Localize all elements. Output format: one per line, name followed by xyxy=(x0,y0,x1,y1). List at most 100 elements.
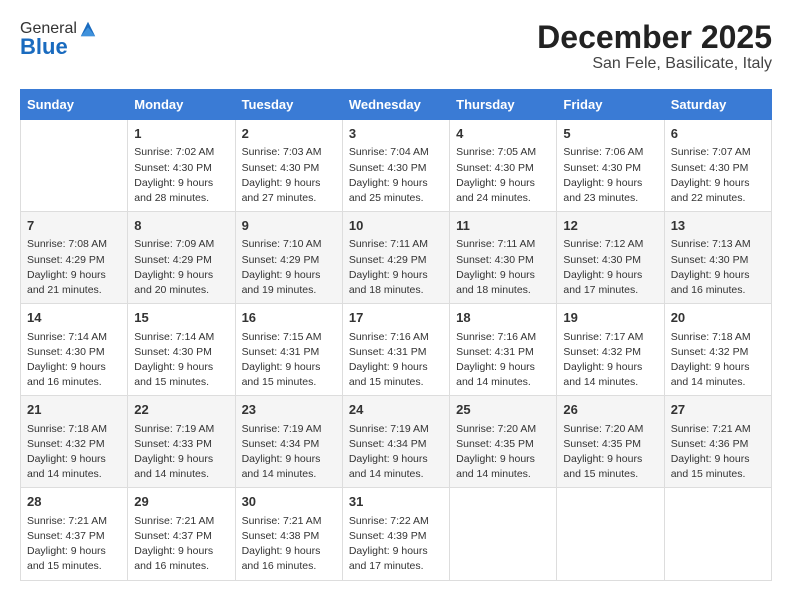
calendar-cell: 11Sunrise: 7:11 AM Sunset: 4:30 PM Dayli… xyxy=(450,212,557,304)
calendar-cell: 17 Sunrise: 7:16 AM Sunset: 4:31 PM Dayli… xyxy=(342,304,449,396)
day-info: Sunrise: 7:15 AM Sunset: 4:31 PM Dayligh… xyxy=(242,330,336,391)
day-info: Sunrise: 7:06 AM Sunset: 4:30 PM Dayligh… xyxy=(563,145,657,206)
title-block: December 2025 San Fele, Basilicate, Ital… xyxy=(537,20,772,73)
calendar-cell xyxy=(21,120,128,212)
calendar-cell: 10 Sunrise: 7:11 AM Sunset: 4:29 PM Dayli… xyxy=(342,212,449,304)
day-info: Sunrise: 7:08 AM Sunset: 4:29 PM Dayligh… xyxy=(27,237,121,298)
calendar-title: December 2025 xyxy=(537,20,772,55)
day-number: 11 xyxy=(456,217,550,235)
calendar-cell: 4Sunrise: 7:05 AM Sunset: 4:30 PM Daylig… xyxy=(450,120,557,212)
day-number: 27 xyxy=(671,401,765,419)
calendar-cell: 5 Sunrise: 7:06 AM Sunset: 4:30 PM Daylig… xyxy=(557,120,664,212)
day-number: 25 xyxy=(456,401,550,419)
column-header-sunday: Sunday xyxy=(21,90,128,120)
calendar-cell: 14 Sunrise: 7:14 AM Sunset: 4:30 PM Dayli… xyxy=(21,304,128,396)
day-number: 5 xyxy=(563,125,657,143)
calendar-cell: 23 Sunrise: 7:19 AM Sunset: 4:34 PM Dayli… xyxy=(235,396,342,488)
calendar-cell: 29Sunrise: 7:21 AM Sunset: 4:37 PM Dayli… xyxy=(128,488,235,580)
calendar-cell: 21 Sunrise: 7:18 AM Sunset: 4:32 PM Dayli… xyxy=(21,396,128,488)
calendar-cell: 2 Sunrise: 7:03 AM Sunset: 4:30 PM Daylig… xyxy=(235,120,342,212)
calendar-cell: 6 Sunrise: 7:07 AM Sunset: 4:30 PM Daylig… xyxy=(664,120,771,212)
day-info: Sunrise: 7:21 AM Sunset: 4:37 PM Dayligh… xyxy=(27,514,121,575)
day-info: Sunrise: 7:21 AM Sunset: 4:36 PM Dayligh… xyxy=(671,422,765,483)
calendar-cell: 22Sunrise: 7:19 AM Sunset: 4:33 PM Dayli… xyxy=(128,396,235,488)
calendar-cell: 18Sunrise: 7:16 AM Sunset: 4:31 PM Dayli… xyxy=(450,304,557,396)
day-number: 8 xyxy=(134,217,228,235)
day-number: 1 xyxy=(134,125,228,143)
day-number: 7 xyxy=(27,217,121,235)
day-number: 23 xyxy=(242,401,336,419)
day-info: Sunrise: 7:17 AM Sunset: 4:32 PM Dayligh… xyxy=(563,330,657,391)
calendar-cell: 12 Sunrise: 7:12 AM Sunset: 4:30 PM Dayli… xyxy=(557,212,664,304)
day-number: 2 xyxy=(242,125,336,143)
day-info: Sunrise: 7:19 AM Sunset: 4:34 PM Dayligh… xyxy=(242,422,336,483)
column-header-tuesday: Tuesday xyxy=(235,90,342,120)
calendar-cell: 8 Sunrise: 7:09 AM Sunset: 4:29 PM Daylig… xyxy=(128,212,235,304)
calendar-cell: 25 Sunrise: 7:20 AM Sunset: 4:35 PM Dayli… xyxy=(450,396,557,488)
day-info: Sunrise: 7:03 AM Sunset: 4:30 PM Dayligh… xyxy=(242,145,336,206)
day-number: 30 xyxy=(242,493,336,511)
calendar-cell: 16 Sunrise: 7:15 AM Sunset: 4:31 PM Dayli… xyxy=(235,304,342,396)
day-info: Sunrise: 7:16 AM Sunset: 4:31 PM Dayligh… xyxy=(349,330,443,391)
calendar-cell: 1 Sunrise: 7:02 AM Sunset: 4:30 PM Daylig… xyxy=(128,120,235,212)
day-info: Sunrise: 7:22 AM Sunset: 4:39 PM Dayligh… xyxy=(349,514,443,575)
day-info: Sunrise: 7:11 AM Sunset: 4:29 PM Dayligh… xyxy=(349,237,443,298)
day-info: Sunrise: 7:02 AM Sunset: 4:30 PM Dayligh… xyxy=(134,145,228,206)
day-number: 21 xyxy=(27,401,121,419)
day-number: 26 xyxy=(563,401,657,419)
calendar-subtitle: San Fele, Basilicate, Italy xyxy=(537,55,772,73)
column-header-wednesday: Wednesday xyxy=(342,90,449,120)
day-info: Sunrise: 7:18 AM Sunset: 4:32 PM Dayligh… xyxy=(671,330,765,391)
day-info: Sunrise: 7:21 AM Sunset: 4:38 PM Dayligh… xyxy=(242,514,336,575)
day-info: Sunrise: 7:18 AM Sunset: 4:32 PM Dayligh… xyxy=(27,422,121,483)
day-info: Sunrise: 7:13 AM Sunset: 4:30 PM Dayligh… xyxy=(671,237,765,298)
calendar-cell xyxy=(664,488,771,580)
day-info: Sunrise: 7:20 AM Sunset: 4:35 PM Dayligh… xyxy=(456,422,550,483)
column-header-friday: Friday xyxy=(557,90,664,120)
column-header-monday: Monday xyxy=(128,90,235,120)
calendar-cell xyxy=(557,488,664,580)
day-number: 6 xyxy=(671,125,765,143)
day-number: 16 xyxy=(242,309,336,327)
day-number: 15 xyxy=(134,309,228,327)
day-info: Sunrise: 7:12 AM Sunset: 4:30 PM Dayligh… xyxy=(563,237,657,298)
calendar-table: SundayMondayTuesdayWednesdayThursdayFrid… xyxy=(20,89,772,580)
calendar-cell: 20Sunrise: 7:18 AM Sunset: 4:32 PM Dayli… xyxy=(664,304,771,396)
calendar-cell: 26 Sunrise: 7:20 AM Sunset: 4:35 PM Dayli… xyxy=(557,396,664,488)
calendar-week-row: 21 Sunrise: 7:18 AM Sunset: 4:32 PM Dayli… xyxy=(21,396,772,488)
day-number: 24 xyxy=(349,401,443,419)
day-info: Sunrise: 7:10 AM Sunset: 4:29 PM Dayligh… xyxy=(242,237,336,298)
calendar-cell: 24 Sunrise: 7:19 AM Sunset: 4:34 PM Dayli… xyxy=(342,396,449,488)
day-number: 22 xyxy=(134,401,228,419)
calendar-week-row: 1 Sunrise: 7:02 AM Sunset: 4:30 PM Daylig… xyxy=(21,120,772,212)
calendar-cell: 31 Sunrise: 7:22 AM Sunset: 4:39 PM Dayli… xyxy=(342,488,449,580)
calendar-cell: 15Sunrise: 7:14 AM Sunset: 4:30 PM Dayli… xyxy=(128,304,235,396)
day-info: Sunrise: 7:19 AM Sunset: 4:34 PM Dayligh… xyxy=(349,422,443,483)
calendar-header-row: SundayMondayTuesdayWednesdayThursdayFrid… xyxy=(21,90,772,120)
calendar-cell: 27 Sunrise: 7:21 AM Sunset: 4:36 PM Dayli… xyxy=(664,396,771,488)
day-number: 9 xyxy=(242,217,336,235)
calendar-cell: 28Sunrise: 7:21 AM Sunset: 4:37 PM Dayli… xyxy=(21,488,128,580)
day-info: Sunrise: 7:20 AM Sunset: 4:35 PM Dayligh… xyxy=(563,422,657,483)
day-info: Sunrise: 7:07 AM Sunset: 4:30 PM Dayligh… xyxy=(671,145,765,206)
calendar-week-row: 28Sunrise: 7:21 AM Sunset: 4:37 PM Dayli… xyxy=(21,488,772,580)
day-number: 17 xyxy=(349,309,443,327)
calendar-week-row: 14 Sunrise: 7:14 AM Sunset: 4:30 PM Dayli… xyxy=(21,304,772,396)
day-number: 10 xyxy=(349,217,443,235)
day-number: 13 xyxy=(671,217,765,235)
calendar-week-row: 7 Sunrise: 7:08 AM Sunset: 4:29 PM Daylig… xyxy=(21,212,772,304)
calendar-cell xyxy=(450,488,557,580)
day-number: 18 xyxy=(456,309,550,327)
column-header-saturday: Saturday xyxy=(664,90,771,120)
day-info: Sunrise: 7:14 AM Sunset: 4:30 PM Dayligh… xyxy=(27,330,121,391)
calendar-cell: 30 Sunrise: 7:21 AM Sunset: 4:38 PM Dayli… xyxy=(235,488,342,580)
column-header-thursday: Thursday xyxy=(450,90,557,120)
day-number: 19 xyxy=(563,309,657,327)
day-number: 12 xyxy=(563,217,657,235)
day-number: 4 xyxy=(456,125,550,143)
page-header: General Blue December 2025 San Fele, Bas… xyxy=(20,20,772,73)
day-info: Sunrise: 7:09 AM Sunset: 4:29 PM Dayligh… xyxy=(134,237,228,298)
day-number: 31 xyxy=(349,493,443,511)
day-number: 14 xyxy=(27,309,121,327)
logo: General Blue xyxy=(20,20,97,60)
